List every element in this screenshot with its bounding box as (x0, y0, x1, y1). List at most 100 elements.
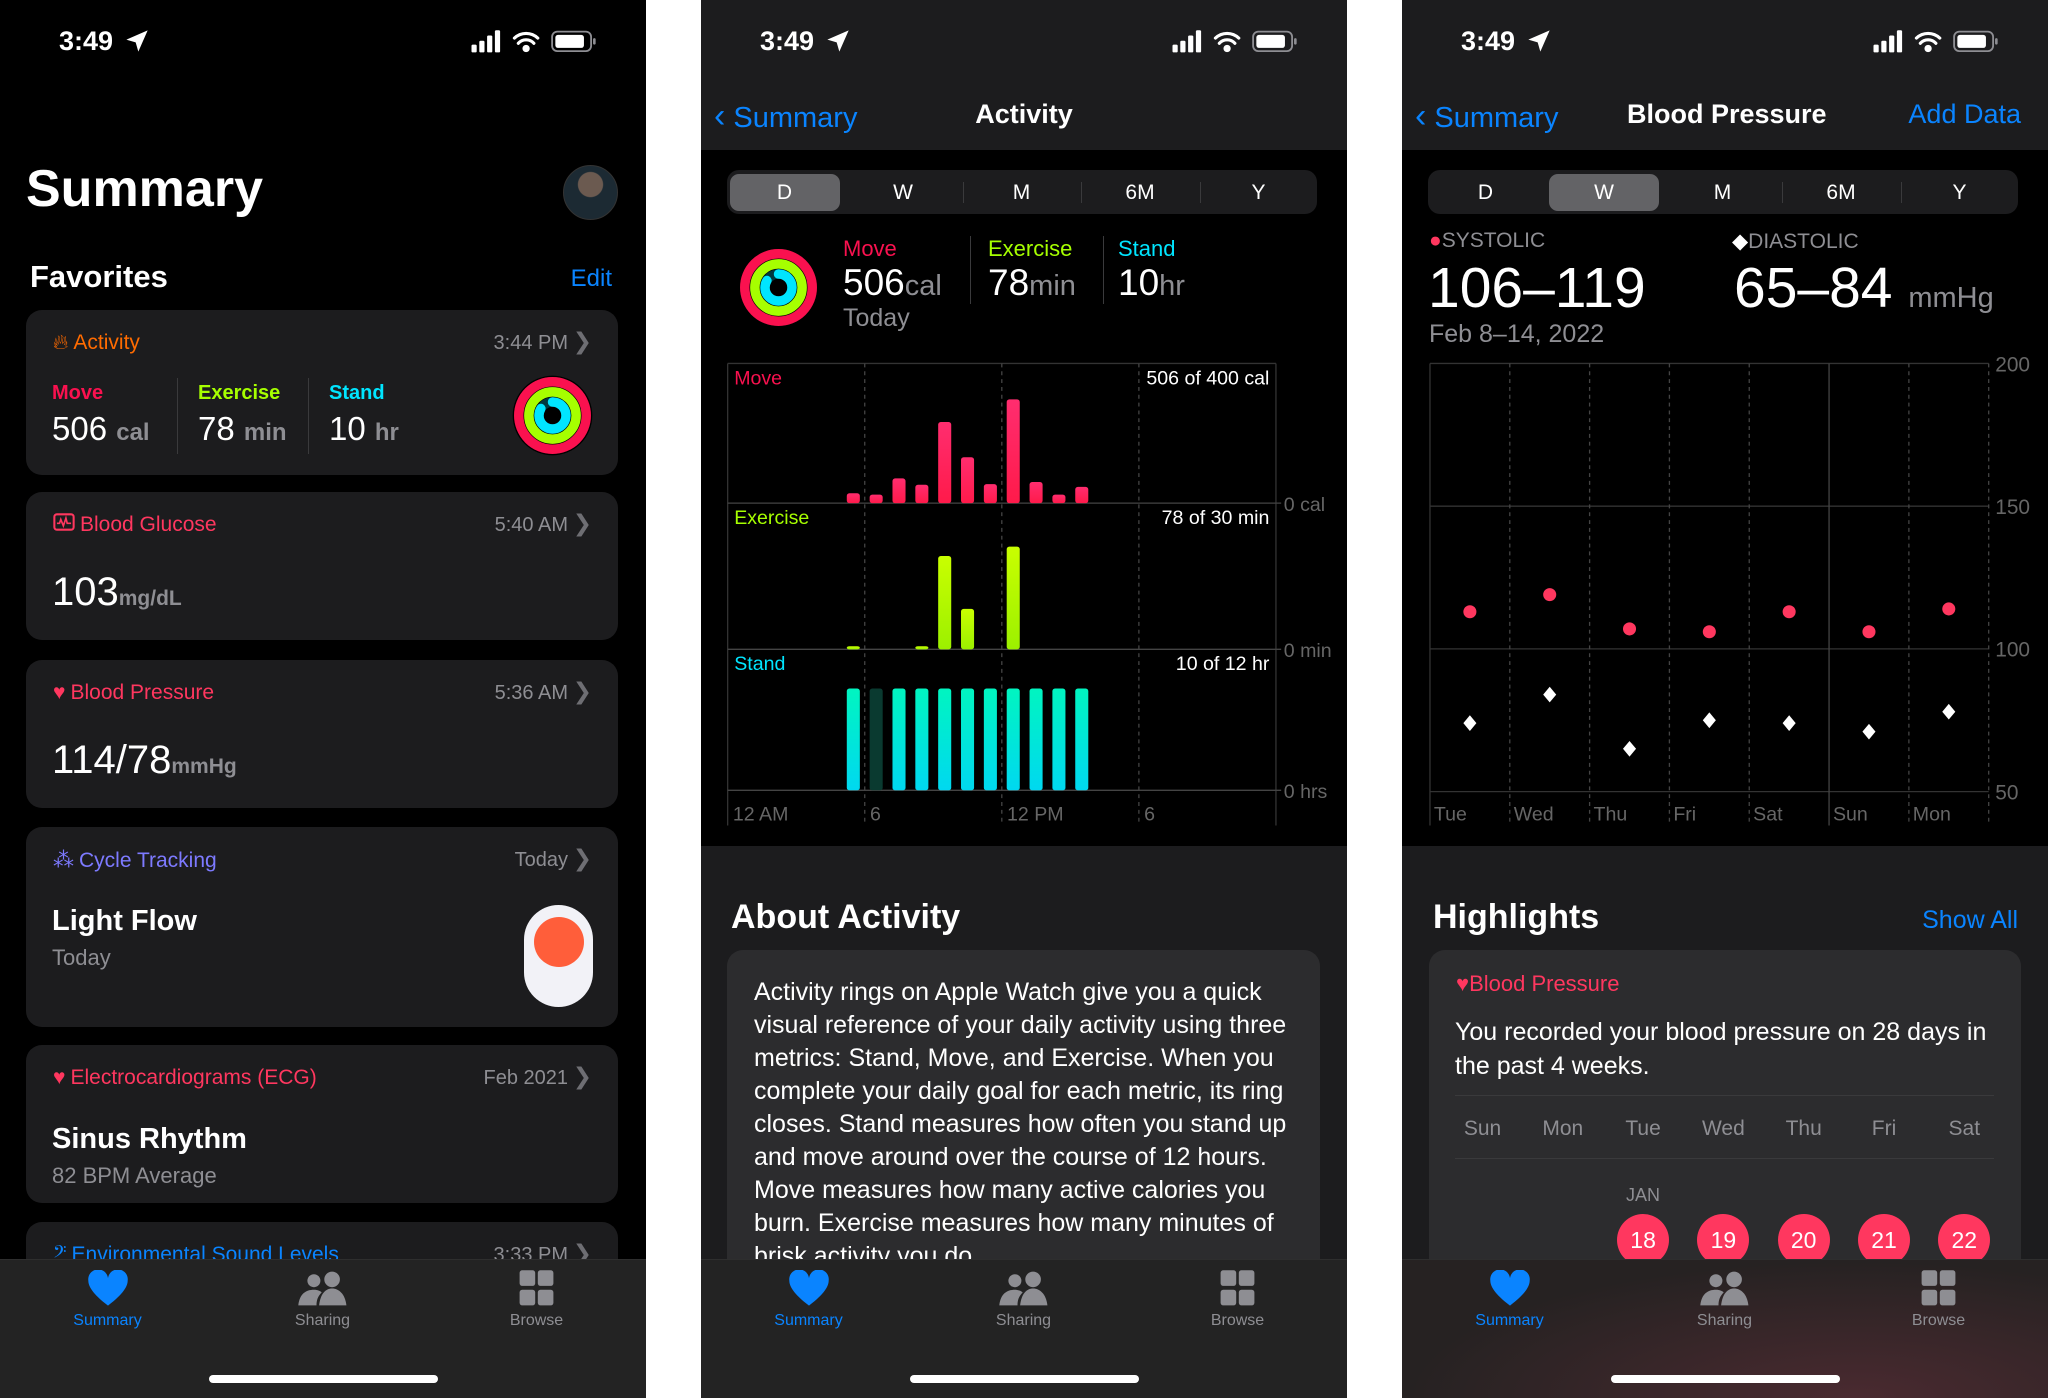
tab-label: Summary (73, 1312, 142, 1329)
divider (308, 378, 309, 454)
location-arrow-icon (1527, 29, 1551, 58)
divider (1455, 1158, 1994, 1159)
x-tick-label: Sat (1753, 803, 1783, 825)
weekday-label: Wed (1701, 1117, 1745, 1140)
chevron-right-icon: ❯ (572, 510, 592, 536)
weekday-label: Mon (1542, 1117, 1584, 1140)
segment-separator (1081, 182, 1082, 203)
home-indicator[interactable] (910, 1375, 1139, 1383)
card-time: 5:36 AM (494, 682, 568, 704)
add-data-button[interactable]: Add Data (1908, 99, 2021, 130)
status-time: 3:49 (760, 26, 815, 56)
weekday-label: Thu (1785, 1117, 1822, 1140)
location-arrow-icon (826, 29, 850, 58)
cycle-tracking-card[interactable]: ⁂ Cycle Tracking Today ❯ Light Flow Today (26, 827, 618, 1027)
diastolic-point (1782, 715, 1796, 731)
move-bar (846, 493, 860, 504)
highlight-title: Blood Pressure (1469, 971, 1620, 996)
glucose-value: 103 (52, 570, 119, 614)
panel-summary: 10 of 12 hr (1176, 653, 1270, 675)
tab-browse[interactable]: Browse (1172, 1270, 1303, 1330)
segment-6m[interactable]: 6M (1786, 174, 1896, 211)
move-bar (1052, 494, 1066, 504)
segment-separator (1199, 182, 1201, 203)
tab-summary[interactable]: Summary (42, 1270, 173, 1330)
activity-card[interactable]: 🔥︎ Activity 3:44 PM ❯ Move 506 cal Exercise… (26, 310, 618, 475)
tab-summary[interactable]: Summary (1444, 1270, 1575, 1330)
divider (1455, 1095, 1994, 1096)
tab-sharing[interactable]: Sharing (958, 1270, 1089, 1330)
cycle-icon: ⁂ (53, 849, 74, 872)
tab-browse[interactable]: Browse (471, 1270, 602, 1330)
show-all-button[interactable]: Show All (1922, 906, 2018, 935)
stand-label: Stand (1118, 236, 1176, 261)
tab-sharing[interactable]: Sharing (1659, 1270, 1790, 1330)
summary-screen: 3:49 Summary Favorites Edit 🔥︎ Activity 3… (0, 0, 646, 1398)
card-time: 3:44 PM (493, 332, 568, 354)
x-tick-label: 12 AM (733, 803, 789, 825)
home-indicator[interactable] (209, 1375, 438, 1383)
diastolic-point (1463, 715, 1477, 731)
chevron-right-icon: ❯ (572, 845, 592, 871)
card-title: Blood Glucose (80, 513, 217, 536)
chevron-left-icon: ‹ (1415, 97, 1427, 135)
home-indicator[interactable] (1611, 1375, 1840, 1383)
blood-glucose-card[interactable]: Blood Glucose 5:40 AM ❯ 103mg/dL (26, 492, 618, 640)
battery-icon (1252, 30, 1297, 53)
stand-label: Stand (329, 382, 385, 404)
diastolic-point (1862, 723, 1876, 740)
segment-y[interactable]: Y (1204, 174, 1314, 211)
segment-m[interactable]: M (967, 174, 1077, 211)
status-icons (471, 29, 602, 60)
x-tick-label: 6 (870, 803, 881, 825)
move-label: Move (843, 236, 897, 261)
segment-w[interactable]: W (1549, 174, 1659, 211)
unit-label: 0 cal (1284, 494, 1325, 516)
month-label: JAN (1625, 1185, 1660, 1205)
today-label: Today (843, 304, 910, 332)
segment-w[interactable]: W (848, 174, 958, 211)
status-icons (1172, 29, 1303, 60)
edit-button[interactable]: Edit (571, 265, 612, 293)
exercise-bar (846, 646, 860, 650)
systolic-point (1702, 625, 1716, 639)
signal-icon (471, 30, 501, 53)
sharing-icon (1699, 1271, 1748, 1306)
tab-browse[interactable]: Browse (1873, 1270, 2004, 1330)
back-button[interactable]: ‹ Summary (1415, 97, 1558, 136)
segment-separator (1900, 182, 1902, 203)
panel-label-stand: Stand (734, 653, 785, 675)
back-label: Summary (1434, 102, 1559, 134)
segment-d[interactable]: D (729, 174, 840, 211)
panel-summary: 78 of 30 min (1162, 507, 1270, 529)
move-bar (1075, 486, 1089, 504)
segment-m[interactable]: M (1668, 174, 1778, 211)
stand-bar (869, 688, 883, 791)
systolic-point (1543, 588, 1557, 602)
ecg-sub: 82 BPM Average (52, 1163, 217, 1188)
systolic-point (1622, 622, 1637, 636)
exercise-bar (915, 646, 929, 650)
tab-label: Sharing (995, 1312, 1052, 1329)
blood-pressure-card[interactable]: ♥ Blood Pressure 5:36 AM ❯ 114/78mmHg (26, 660, 618, 808)
heart-icon: ♥ (53, 1066, 66, 1089)
period-segmented-control: D W M 6M Y (727, 170, 1317, 214)
ecg-card[interactable]: ♥ Electrocardiograms (ECG) Feb 2021 ❯ Sinu… (26, 1045, 618, 1203)
stand-bar (961, 688, 975, 791)
card-title: Activity (73, 331, 140, 354)
segment-d[interactable]: D (1431, 174, 1541, 211)
stand-bar (1052, 688, 1066, 791)
avatar[interactable] (563, 165, 618, 220)
segment-6m[interactable]: 6M (1085, 174, 1195, 211)
tab-sharing[interactable]: Sharing (257, 1270, 388, 1330)
browse-grid-icon (1921, 1270, 1956, 1306)
systolic-label: SYSTOLIC (1441, 229, 1546, 252)
flow-indicator-icon (524, 905, 593, 1007)
segment-y[interactable]: Y (1905, 174, 2015, 211)
exercise-bar (1006, 546, 1020, 650)
tab-summary[interactable]: Summary (743, 1270, 874, 1330)
systolic-point (1463, 605, 1477, 619)
ecg-value: Sinus Rhythm (52, 1123, 247, 1155)
x-tick-label: Mon (1913, 803, 1951, 825)
stand-value: 10 (1118, 262, 1160, 303)
